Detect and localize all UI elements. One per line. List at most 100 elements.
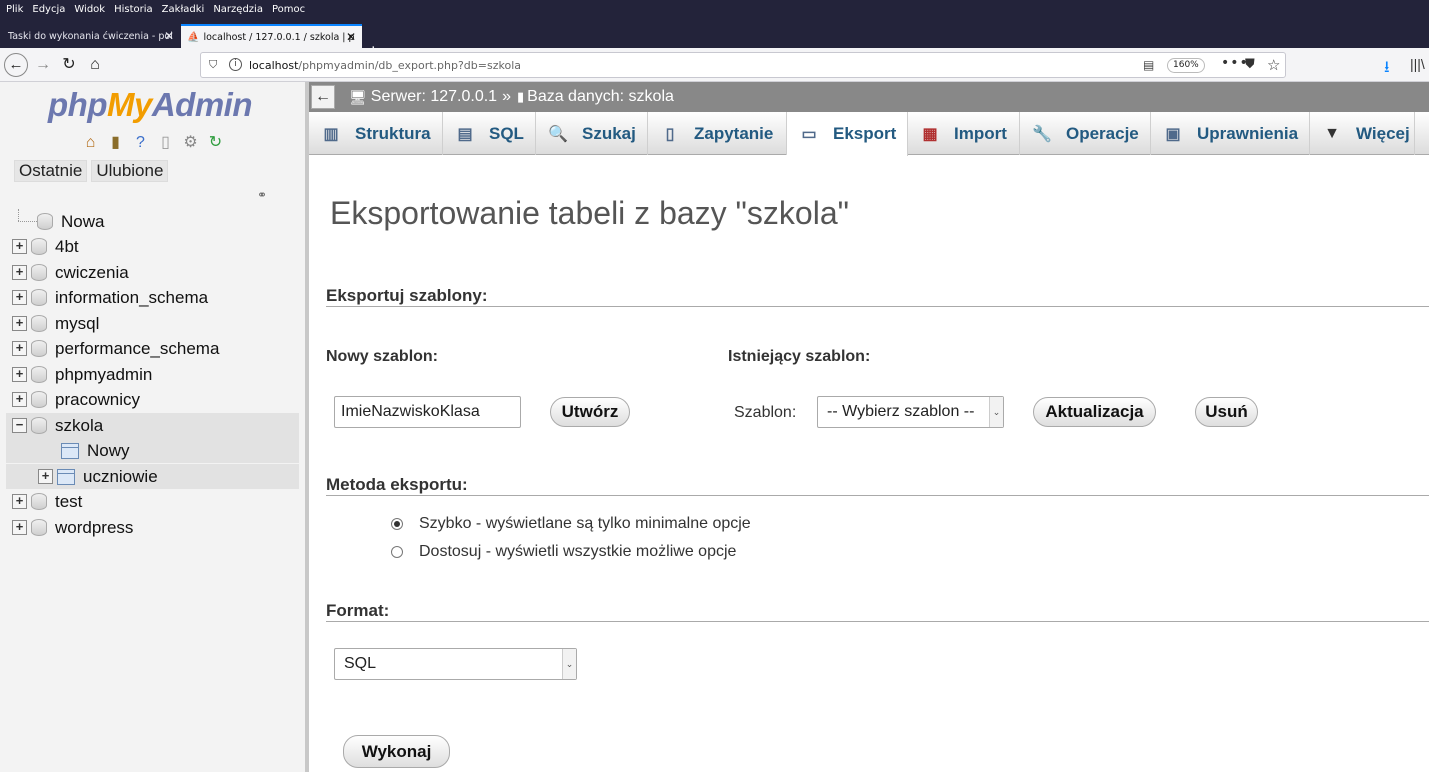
tab-operations[interactable]: 🔧 Operacje [1020,112,1151,155]
tree-item-4bt[interactable]: + 4bt [12,234,302,259]
delete-template-button[interactable]: Usuń [1195,397,1258,427]
existing-template-label: Istniejący szablon: [728,348,871,365]
collapse-icon[interactable]: − [12,418,27,433]
tree-item-mysql[interactable]: + mysql [12,311,302,336]
exit-icon[interactable]: ▮ [105,132,126,153]
gear-icon[interactable]: ⚙ [180,132,201,153]
favorites-tab[interactable]: Ulubione [91,160,169,182]
expand-icon[interactable]: + [12,341,27,356]
address-bar[interactable]: ⛉ i localhost/phpmyadmin/db_export.php?d… [200,52,1286,78]
menu-help[interactable]: Pomoc [272,4,305,15]
link-icon[interactable]: ⚭ [257,188,267,202]
tree-item-uczniowie[interactable]: + uczniowie [6,464,299,489]
method-quick-label[interactable]: Szybko - wyświetlane są tylko minimalne … [419,515,751,533]
expand-icon[interactable]: + [12,494,27,509]
tab-label: Import [954,123,1007,143]
phpmyadmin-logo[interactable]: phpMyAdmin [48,86,253,124]
recent-tab[interactable]: Ostatnie [14,160,88,182]
tree-item-label: cwiczenia [55,262,129,282]
export-icon: ▭ [801,126,817,143]
tree-item-test[interactable]: + test [12,489,302,514]
execute-button[interactable]: Wykonaj [343,735,450,768]
documentation-icon[interactable]: ▯ [155,132,176,153]
expand-icon[interactable]: + [12,265,27,280]
tab-more[interactable]: ▼ Więcej [1310,112,1415,155]
expand-icon[interactable]: + [12,520,27,535]
reload-icon[interactable]: ↻ [205,132,226,153]
tab-import[interactable]: ▦ Import [908,112,1020,155]
radio-custom[interactable] [391,546,403,558]
breadcrumb-database[interactable]: Baza danych: szkola [527,88,674,106]
menu-edit[interactable]: Edycja [32,4,65,15]
info-icon[interactable]: i [229,58,242,71]
browser-tab-phpmyadmin[interactable]: ⛵ localhost / 127.0.0.1 / szkola | p ✕ [181,24,362,48]
expand-icon[interactable]: + [12,392,27,407]
tree-item-pracownicy[interactable]: + pracownicy [12,387,302,412]
shield-icon[interactable]: ⛉ [209,58,217,72]
library-icon[interactable]: |||\ [1410,56,1425,72]
back-arrow-icon[interactable]: ← [4,53,28,77]
tree-item-new-table[interactable]: Nowy [6,438,299,463]
reader-view-icon[interactable]: ▤ [1143,58,1154,72]
template-select-value: -- Wybierz szablon -- [827,403,975,420]
privileges-icon: ▣ [1165,125,1181,143]
forward-arrow-icon[interactable]: → [32,54,54,76]
browser-tab-label: Taski do wykonania ćwiczenia - pol [8,30,173,42]
tree-item-label: szkola [55,415,104,435]
tree-item-label: Nowa [61,211,105,231]
help-icon[interactable]: ? [130,132,151,153]
tree-item-performance-schema[interactable]: + performance_schema [12,336,302,361]
close-icon[interactable]: ✕ [164,29,174,43]
browser-tab-label: localhost / 127.0.0.1 / szkola | p [203,31,355,43]
url-text[interactable]: localhost/phpmyadmin/db_export.php?db=sz… [249,59,521,72]
template-name-input[interactable]: ImieNazwiskoKlasa [334,396,521,428]
tree-item-phpmyadmin[interactable]: + phpmyadmin [12,362,302,387]
format-select-value: SQL [344,655,377,672]
tab-export[interactable]: ▭ Eksport [787,112,908,156]
tree-item-information-schema[interactable]: + information_schema [12,285,302,310]
pocket-icon[interactable]: ⛊ [1245,57,1255,72]
home-icon[interactable]: ⌂ [80,132,101,153]
tree-item-label: pracownicy [55,389,141,409]
method-custom-label[interactable]: Dostosuj - wyświetli wszystkie możliwe o… [419,543,736,561]
menu-file[interactable]: Plik [6,4,23,15]
menu-tools[interactable]: Narzędzia [213,4,263,15]
tab-structure[interactable]: ▥ Struktura [309,112,443,155]
download-icon[interactable]: ⭳ [1384,56,1390,83]
tab-search[interactable]: 🔍 Szukaj [536,112,648,155]
menu-history[interactable]: Historia [114,4,153,15]
expand-icon[interactable]: + [12,290,27,305]
tab-privileges[interactable]: ▣ Uprawnienia [1151,112,1310,155]
reload-icon[interactable]: ↻ [58,54,80,76]
tree-item-new[interactable]: Nowa [18,209,303,234]
new-database-icon [37,213,53,230]
expand-icon[interactable]: + [12,367,27,382]
tree-item-cwiczenia[interactable]: + cwiczenia [12,260,302,285]
tree-item-wordpress[interactable]: + wordpress [12,515,302,540]
browser-tab-tasks[interactable]: Taski do wykonania ćwiczenia - pol ✕ [2,24,180,48]
tab-sql[interactable]: ▤ SQL [443,112,536,155]
close-icon[interactable]: ✕ [346,30,356,44]
new-template-label: Nowy szablon: [326,348,439,365]
bookmark-star-icon[interactable]: ☆ [1267,56,1280,74]
tab-query[interactable]: ▯ Zapytanie [648,112,787,155]
tree-item-label: uczniowie [83,466,158,486]
zoom-level-badge[interactable]: 160% [1167,58,1205,73]
radio-quick[interactable] [391,518,403,530]
template-select[interactable]: -- Wybierz szablon -- ⌄ [817,396,1004,428]
method-quick-option[interactable]: Szybko - wyświetlane są tylko minimalne … [391,515,751,533]
format-select[interactable]: SQL ⌄ [334,648,577,680]
update-template-button[interactable]: Aktualizacja [1033,397,1156,427]
expand-icon[interactable]: + [12,316,27,331]
create-template-button[interactable]: Utwórz [550,397,630,427]
menu-view[interactable]: Widok [74,4,105,15]
table-icon [57,468,75,485]
menu-bookmarks[interactable]: Zakładki [162,4,205,15]
collapse-panel-icon[interactable]: ← [311,85,335,109]
method-custom-option[interactable]: Dostosuj - wyświetli wszystkie możliwe o… [391,543,736,561]
tree-item-szkola[interactable]: − szkola [6,413,299,438]
home-icon[interactable]: ⌂ [84,54,106,76]
expand-icon[interactable]: + [38,469,53,484]
breadcrumb-server[interactable]: Serwer: 127.0.0.1 [371,88,497,106]
expand-icon[interactable]: + [12,239,27,254]
